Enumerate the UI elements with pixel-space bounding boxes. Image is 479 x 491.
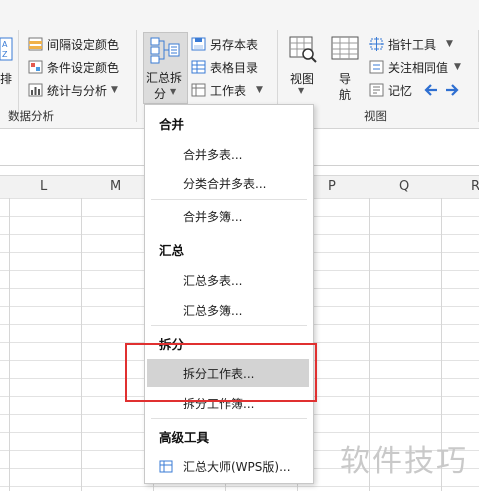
menu-item-merge-sheets[interactable]: 合并多表... <box>183 146 242 163</box>
stats-analysis-label: 统计与分析 <box>47 83 108 98</box>
table-toc-icon <box>191 60 206 74</box>
memory-button[interactable]: 记忆 <box>369 80 412 100</box>
column-header-m[interactable]: M <box>110 179 121 194</box>
menu-separator <box>151 418 307 419</box>
column-header-r[interactable]: R <box>471 179 479 194</box>
watermark-text: 软件技巧 <box>340 444 468 479</box>
same-value-icon <box>369 60 384 74</box>
menu-item-merge-workbooks[interactable]: 合并多簿... <box>183 208 242 225</box>
column-header-l[interactable]: L <box>40 179 47 194</box>
worksheet-label: 工作表 <box>210 83 247 98</box>
summary-split-label-line2: 分 <box>154 87 167 101</box>
menu-item-summary-workbooks[interactable]: 汇总多簿... <box>183 302 242 319</box>
navigation-button[interactable]: 导 航 <box>329 34 361 102</box>
chevron-down-icon: ▼ <box>170 87 177 96</box>
chevron-down-icon: ▼ <box>111 85 118 95</box>
group-label-view: 视图 <box>364 109 387 123</box>
table-toc-label: 表格目录 <box>210 60 259 75</box>
memory-icon <box>369 83 384 97</box>
same-value-label: 关注相同值 <box>388 60 449 75</box>
chevron-down-icon: ▼ <box>256 85 263 95</box>
interval-color-button[interactable]: 间隔设定颜色 <box>28 34 119 54</box>
column-header-p[interactable]: P <box>328 179 336 194</box>
interval-color-icon <box>28 37 43 51</box>
navigation-label-line2: 航 <box>339 88 352 102</box>
arrow-left-icon[interactable] <box>424 84 438 96</box>
menu-heading-advanced-tools: 高级工具 <box>159 430 210 445</box>
memory-label: 记忆 <box>388 83 413 98</box>
save-sheet-label: 另存本表 <box>210 37 259 52</box>
pointer-tool-icon <box>369 37 384 51</box>
navigation-icon <box>331 36 359 60</box>
view-label: 视图 <box>290 72 315 86</box>
navigation-label-line1: 导 <box>339 72 352 86</box>
svg-text:A: A <box>2 40 8 49</box>
summary-split-label-line1: 汇总拆 <box>146 71 183 85</box>
table-toc-button[interactable]: 表格目录 <box>191 57 258 77</box>
pointer-tool-label: 指针工具 <box>388 37 437 52</box>
view-icon <box>289 36 317 63</box>
sort-icon: A Z <box>0 37 13 61</box>
condition-color-button[interactable]: 条件设定颜色 <box>28 57 119 77</box>
interval-color-label: 间隔设定颜色 <box>47 37 120 52</box>
summary-split-dropdown-menu: 合并 合并多表... 分类合并多表... 合并多簿... 汇总 汇总多表... … <box>144 104 314 484</box>
arrow-right-icon[interactable] <box>445 84 459 96</box>
worksheet-icon <box>191 83 206 97</box>
column-header-q[interactable]: Q <box>399 179 409 194</box>
menu-item-summary-sheets[interactable]: 汇总多表... <box>183 272 242 289</box>
chevron-down-icon: ▼ <box>454 62 461 72</box>
separator <box>136 30 137 122</box>
save-sheet-button[interactable]: 另存本表 <box>191 34 258 54</box>
condition-color-icon <box>28 60 43 74</box>
sort-button[interactable]: A Z 排 <box>0 36 14 94</box>
menu-heading-merge: 合并 <box>159 117 185 132</box>
menu-separator <box>151 325 307 326</box>
svg-text:Z: Z <box>2 50 8 59</box>
summary-master-icon <box>159 460 173 473</box>
menu-heading-summary: 汇总 <box>159 243 185 258</box>
group-label-data-analysis: 数据分析 <box>8 109 54 123</box>
menu-item-summary-master[interactable]: 汇总大师(WPS版)... <box>183 458 291 475</box>
same-value-button[interactable]: 关注相同值 ▼ <box>369 57 461 77</box>
chevron-down-icon: ▼ <box>446 39 453 49</box>
menu-separator <box>151 199 307 200</box>
save-sheet-icon <box>191 37 206 51</box>
summary-split-button[interactable]: 汇总拆 分 ▼ <box>143 32 188 104</box>
chevron-down-icon: ▼ <box>298 86 305 95</box>
pointer-tool-button[interactable]: 指针工具 ▼ <box>369 34 453 54</box>
sort-label: 排 <box>0 72 13 86</box>
stats-analysis-button[interactable]: 统计与分析 ▼ <box>28 80 118 100</box>
worksheet-button[interactable]: 工作表 ▼ <box>191 80 263 100</box>
view-button[interactable]: 视图 ▼ <box>286 34 320 98</box>
condition-color-label: 条件设定颜色 <box>47 60 120 75</box>
stats-icon <box>28 83 43 97</box>
annotation-highlight-box <box>125 343 317 402</box>
menu-item-category-merge-sheets[interactable]: 分类合并多表... <box>183 175 266 192</box>
summary-split-icon <box>150 37 180 64</box>
